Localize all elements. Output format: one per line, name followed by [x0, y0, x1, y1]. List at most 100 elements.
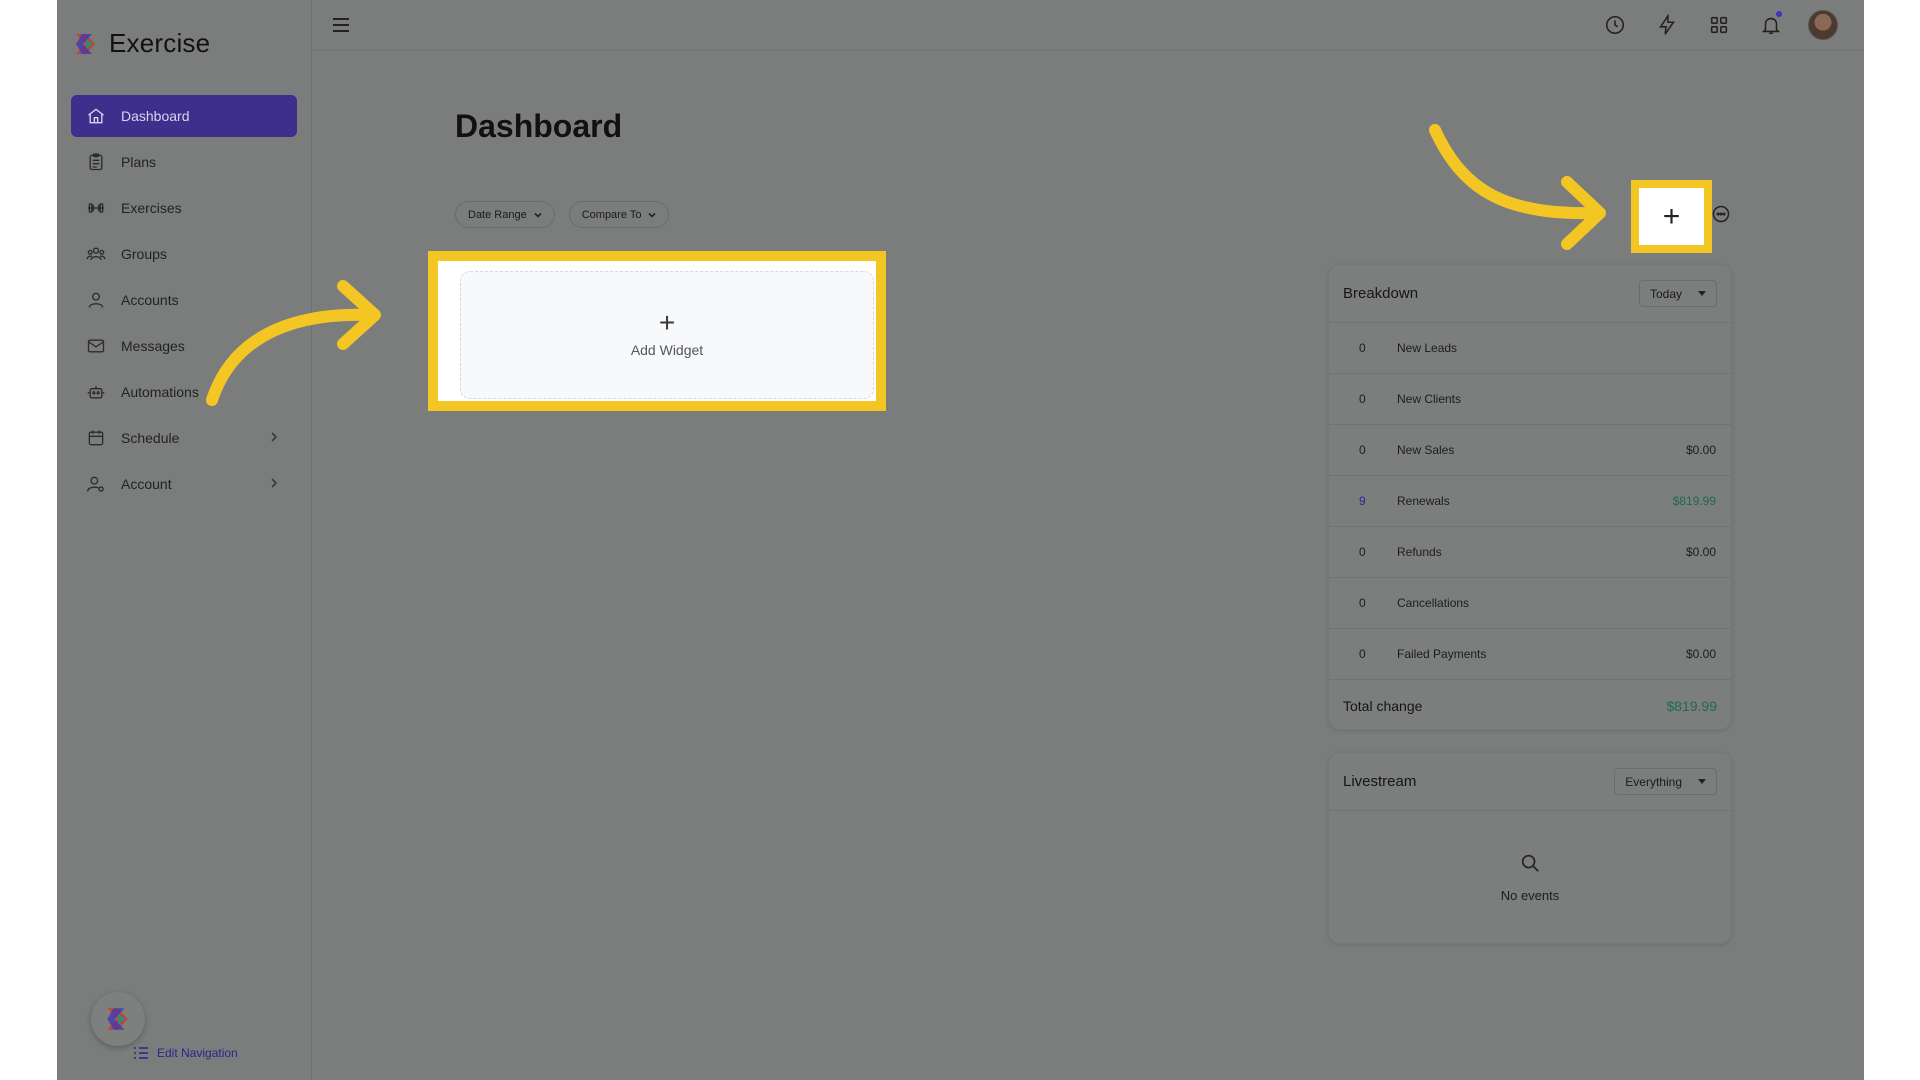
search-icon	[1521, 854, 1539, 872]
topbar-actions	[1600, 10, 1838, 40]
chevron-right-icon[interactable]	[267, 430, 281, 444]
list-icon	[134, 1047, 148, 1059]
livestream-filter-value: Everything	[1625, 774, 1682, 789]
sidebar-item-accounts[interactable]: Accounts	[71, 279, 297, 321]
sidebar-item-label: Dashboard	[121, 108, 190, 124]
table-row[interactable]: 0 New Leads	[1329, 323, 1731, 374]
livestream-title: Livestream	[1343, 773, 1417, 790]
plus-icon: +	[1662, 199, 1681, 233]
clock-icon[interactable]	[1600, 10, 1630, 40]
topbar	[312, 0, 1864, 51]
row-label: Refunds	[1397, 545, 1442, 559]
row-label: New Leads	[1397, 341, 1458, 355]
table-row[interactable]: 0 Refunds $0.00	[1329, 527, 1731, 578]
chevron-right-icon[interactable]	[267, 476, 281, 490]
sidebar-item-automations[interactable]: Automations	[71, 371, 297, 413]
add-widget-button[interactable]: + Add Widget	[460, 271, 874, 399]
livestream-filter-select[interactable]: Everything	[1614, 768, 1717, 795]
edit-navigation-label: Edit Navigation	[157, 1046, 238, 1060]
bell-icon[interactable]	[1756, 10, 1786, 40]
plus-icon: +	[658, 306, 676, 338]
apps-grid-icon[interactable]	[1704, 10, 1734, 40]
user-icon	[85, 289, 107, 311]
edit-navigation-link[interactable]: Edit Navigation	[133, 1046, 238, 1060]
calendar-icon	[85, 427, 107, 449]
more-options-icon[interactable]	[1711, 204, 1731, 224]
row-amount: $0.00	[1685, 545, 1716, 559]
sidebar-item-label: Exercises	[121, 200, 182, 216]
user-gear-icon	[85, 473, 107, 495]
sidebar-nav: Dashboard Plans Exercises Groups Account…	[71, 95, 297, 509]
table-row[interactable]: 0 Cancellations	[1329, 578, 1731, 629]
sidebar-item-label: Groups	[121, 246, 167, 262]
sidebar-item-label: Plans	[121, 154, 157, 170]
sidebar-item-schedule[interactable]: Schedule	[71, 417, 297, 459]
sidebar-item-account[interactable]: Account	[71, 463, 297, 505]
chevron-down-icon	[648, 212, 657, 218]
brand-name: Exercise	[109, 28, 211, 58]
date-range-dropdown[interactable]: Date Range	[455, 201, 555, 228]
add-widget-label: Add Widget	[630, 341, 704, 358]
robot-icon	[85, 381, 107, 403]
lightning-icon[interactable]	[1652, 10, 1682, 40]
app-window: Exercise Dashboard Plans Exercises Group…	[57, 0, 1864, 1080]
avatar[interactable]	[1808, 10, 1838, 40]
sidebar-item-label: Schedule	[121, 430, 180, 446]
breakdown-period-value: Today	[1649, 286, 1682, 301]
clipboard-icon	[85, 151, 107, 173]
compare-to-dropdown[interactable]: Compare To	[568, 201, 670, 228]
row-label: Renewals	[1397, 494, 1450, 508]
caret-down-icon	[1698, 291, 1706, 296]
sidebar-item-groups[interactable]: Groups	[71, 233, 297, 275]
livestream-empty-state: No events	[1329, 811, 1731, 943]
page-title: Dashboard	[455, 108, 623, 144]
sidebar-item-label: Messages	[121, 338, 185, 354]
livestream-card: Livestream Everything No events	[1328, 752, 1732, 944]
row-amount: $0.00	[1685, 647, 1716, 661]
sidebar-item-label: Accounts	[121, 292, 179, 308]
sidebar: Exercise Dashboard Plans Exercises Group…	[57, 0, 312, 1080]
total-change-amount: $819.99	[1666, 697, 1717, 714]
breakdown-title: Breakdown	[1343, 285, 1419, 302]
dumbbell-icon	[85, 197, 107, 219]
workspace-logo-icon	[107, 1008, 128, 1030]
sidebar-item-plans[interactable]: Plans	[71, 141, 297, 183]
total-change-label: Total change	[1343, 697, 1423, 714]
table-row[interactable]: 0 New Sales $0.00	[1329, 425, 1731, 476]
row-label: Failed Payments	[1397, 647, 1487, 661]
compare-to-label: Compare To	[581, 208, 642, 221]
row-amount: $0.00	[1685, 443, 1716, 457]
row-count: 0	[1359, 341, 1366, 355]
add-button[interactable]: +	[1631, 180, 1712, 253]
breakdown-period-select[interactable]: Today	[1638, 280, 1717, 307]
row-label: New Clients	[1397, 392, 1462, 406]
menu-toggle-icon[interactable]	[330, 14, 352, 36]
breakdown-header: Breakdown Today	[1329, 265, 1731, 323]
no-events-text: No events	[1500, 887, 1560, 903]
row-count: 0	[1359, 392, 1366, 406]
sidebar-item-exercises[interactable]: Exercises	[71, 187, 297, 229]
brand-logo-icon	[76, 33, 95, 54]
row-count: 9	[1359, 494, 1366, 508]
workspace-logo[interactable]	[91, 992, 145, 1046]
row-label: Cancellations	[1397, 596, 1470, 610]
brand[interactable]: Exercise	[73, 28, 210, 59]
caret-down-icon	[1698, 779, 1706, 784]
mail-icon	[85, 335, 107, 357]
breakdown-card: Breakdown Today 0 New Leads 0 New Client…	[1328, 264, 1732, 730]
row-count: 0	[1359, 443, 1366, 457]
users-icon	[85, 243, 107, 265]
sidebar-item-dashboard[interactable]: Dashboard	[71, 95, 297, 137]
row-count: 0	[1359, 647, 1366, 661]
chevron-down-icon	[534, 212, 542, 218]
table-row[interactable]: 0 Failed Payments $0.00	[1329, 629, 1731, 680]
sidebar-item-messages[interactable]: Messages	[71, 325, 297, 367]
row-count: 0	[1359, 545, 1366, 559]
table-row[interactable]: 0 New Clients	[1329, 374, 1731, 425]
row-count: 0	[1359, 596, 1366, 610]
dashboard-filters: Date Range Compare To	[455, 201, 670, 228]
total-change-row: Total change $819.99	[1329, 680, 1731, 731]
table-row[interactable]: 9 Renewals $819.99	[1329, 476, 1731, 527]
sidebar-item-label: Account	[121, 476, 172, 492]
livestream-header: Livestream Everything	[1329, 753, 1731, 811]
